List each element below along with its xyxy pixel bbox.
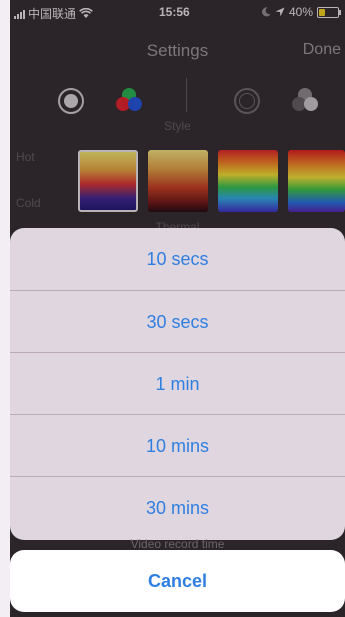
settings-screen: 中国联通 15:56 40% Settings Done Style Hot C… xyxy=(10,0,345,617)
record-time-action-sheet: 10 secs 30 secs 1 min 10 mins 30 mins xyxy=(10,228,345,540)
option-1-min[interactable]: 1 min xyxy=(10,352,345,415)
video-record-time-label: Video record time xyxy=(130,537,225,551)
cancel-button[interactable]: Cancel xyxy=(10,550,345,612)
option-10-secs[interactable]: 10 secs xyxy=(10,228,345,290)
option-30-secs[interactable]: 30 secs xyxy=(10,290,345,353)
option-10-mins[interactable]: 10 mins xyxy=(10,414,345,477)
option-30-mins[interactable]: 30 mins xyxy=(10,476,345,539)
